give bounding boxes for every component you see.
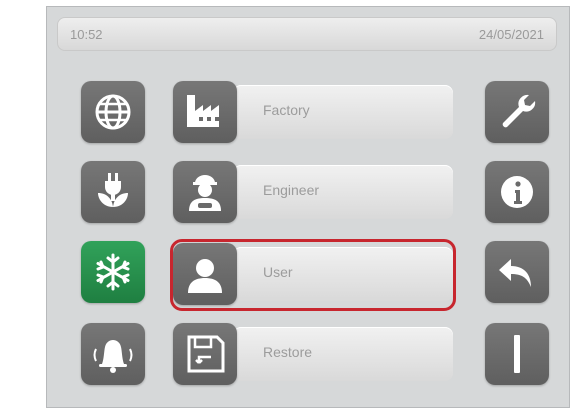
menu-item-icon-tile[interactable] (173, 81, 237, 143)
menu-item-label-box[interactable]: Factory (233, 85, 453, 139)
divider-bar-icon (514, 335, 520, 373)
snowflake-icon (96, 253, 130, 291)
menu-item-label-box[interactable]: Restore (233, 327, 453, 381)
plug-leaf-icon (98, 173, 128, 207)
menu-item-icon-tile[interactable] (173, 161, 237, 223)
current-date: 24/05/2021 (478, 26, 544, 42)
back-button[interactable] (485, 241, 549, 303)
info-icon (501, 176, 533, 208)
globe-button[interactable] (81, 81, 145, 143)
cooling-mode-button[interactable] (81, 241, 145, 303)
settings-button[interactable] (485, 81, 549, 143)
globe-icon (95, 94, 131, 130)
status-bar: 10:52 24/05/2021 (57, 17, 557, 51)
menu-item-label: Restore (263, 344, 313, 360)
clock-time: 10:52 (70, 26, 103, 42)
bell-icon (93, 340, 133, 373)
menu-item-icon-tile[interactable] (173, 323, 237, 385)
selection-highlight (170, 239, 456, 311)
menu-item-factory[interactable]: Factory (173, 81, 453, 143)
divider-button[interactable] (485, 323, 549, 385)
eco-power-button[interactable] (81, 161, 145, 223)
info-button[interactable] (485, 161, 549, 223)
settings-panel: 10:52 24/05/2021 Factory Engineer User R… (46, 6, 570, 408)
wrench-icon (502, 94, 536, 128)
menu-item-restore[interactable]: Restore (173, 323, 453, 385)
menu-item-label: Factory (263, 102, 310, 118)
menu-item-engineer[interactable]: Engineer (173, 161, 453, 223)
menu-item-label: Engineer (263, 182, 320, 198)
factory-icon (187, 95, 219, 127)
engineer-icon (189, 175, 221, 211)
floppy-disk-icon (187, 335, 225, 373)
back-arrow-icon (499, 259, 531, 287)
menu-item-label-box[interactable]: Engineer (233, 165, 453, 219)
alarm-button[interactable] (81, 323, 145, 385)
